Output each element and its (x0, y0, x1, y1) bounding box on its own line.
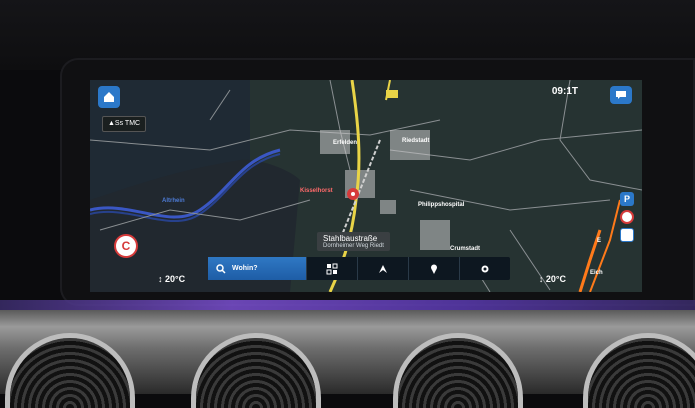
place-label-e: E (597, 238, 602, 244)
poi-button[interactable] (306, 257, 357, 280)
compass-icon[interactable]: C (114, 234, 138, 258)
message-button[interactable] (610, 86, 632, 104)
camera-icon[interactable] (620, 228, 634, 242)
map-side-icons: P (620, 192, 634, 242)
street-sub: Dornheimer Weg Riedt (323, 243, 384, 249)
settings-button[interactable] (459, 257, 510, 280)
current-street-label: Stahlbaustraße Dornheimer Weg Riedt (317, 232, 390, 251)
place-label-crumstadt: Crumstadt (450, 246, 481, 252)
message-icon (616, 91, 626, 99)
current-position-icon (347, 188, 359, 200)
ambient-light (0, 300, 695, 310)
poi-icon (326, 263, 338, 274)
road-shield-icon (386, 90, 398, 98)
place-label-philippshospital: Philippshospital (418, 202, 465, 208)
parking-icon[interactable]: P (620, 192, 634, 206)
poi-marker-icon[interactable] (620, 210, 634, 224)
navigation-bottom-bar: Wohin? (208, 257, 510, 280)
street-name: Stahlbaustraße (323, 234, 378, 243)
search-label: Wohin? (232, 265, 258, 272)
temperature-right[interactable]: ↕ 20°C (539, 274, 566, 284)
search-button[interactable]: Wohin? (208, 257, 306, 280)
favorites-button[interactable] (408, 257, 459, 280)
pin-icon (431, 264, 437, 274)
navigation-arrow-icon (379, 264, 387, 273)
traffic-tmc-status[interactable]: ▲Ss TMC (102, 116, 147, 132)
place-label-altrhein: Altrhein (162, 198, 185, 204)
home-icon (104, 92, 114, 102)
place-label-riedstadt: Riedstadt (402, 138, 430, 144)
place-label-eich: Eich (590, 270, 603, 276)
home-button[interactable] (98, 86, 120, 108)
search-icon (216, 263, 226, 274)
clock: 09:1T (551, 86, 578, 97)
temperature-left[interactable]: ↕ 20°C (158, 274, 185, 284)
place-label-erfelden: Erfelden (333, 140, 358, 146)
gear-icon (481, 265, 489, 272)
place-label-kisselhorst: Kisselhorst (300, 188, 333, 194)
navigation-screen: Erfelden Riedstadt Kisselhorst Philippsh… (90, 80, 642, 292)
detour-button[interactable] (357, 257, 408, 280)
